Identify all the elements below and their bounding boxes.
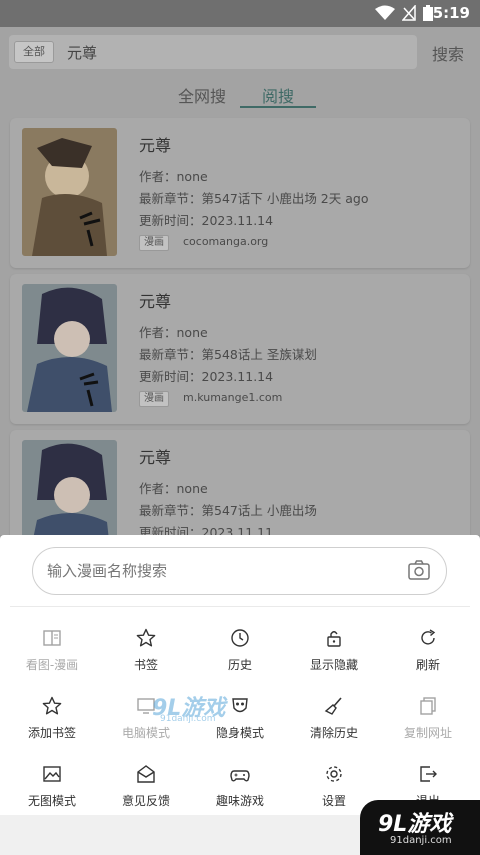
image-icon (43, 766, 61, 782)
comic-cover (22, 128, 117, 256)
comic-author: 作者：none (139, 481, 208, 496)
lock-icon (327, 631, 341, 647)
broom-icon (324, 697, 342, 715)
no-signal-icon (402, 5, 416, 21)
comic-updated: 更新时间：2023.11.11 (139, 525, 274, 535)
gear-icon (326, 766, 342, 782)
search-results-page: 全部 元尊 搜索 全网搜 阅搜 元尊 作者：none 最新章节：第547话下 小… (0, 27, 480, 535)
result-card[interactable]: 元尊 作者：none 最新章节：第548话上 圣族谋划 更新时间：2023.11… (10, 274, 470, 424)
clock-icon (231, 629, 249, 647)
comic-author: 作者：none (139, 169, 208, 184)
menu-add-bookmark[interactable]: 添加书签 (4, 696, 100, 756)
result-card[interactable]: 元尊 作者：none 最新章节：第547话下 小鹿出场 2天 ago 更新时间：… (10, 118, 470, 268)
bottom-sheet-menu: 看图-漫画 书签 历史 显示隐藏 刷新 添加书签 电脑模式 隐身模式 清除历史 … (0, 535, 480, 815)
search-bar[interactable]: 全部 元尊 (9, 35, 417, 69)
comic-title: 元尊 (139, 136, 172, 155)
star-outline-icon (42, 696, 62, 715)
comic-latest-chapter: 最新章节：第547话下 小鹿出场 2天 ago (139, 191, 369, 206)
comic-author: 作者：none (139, 325, 208, 340)
comic-search-input[interactable] (47, 558, 397, 584)
menu-history[interactable]: 历史 (192, 628, 288, 688)
tab-all-web[interactable]: 全网搜 (178, 83, 226, 107)
sheet-divider (10, 606, 470, 607)
tab-yuesou[interactable]: 阅搜 (262, 83, 294, 107)
camera-icon[interactable] (408, 560, 430, 580)
comic-title: 元尊 (139, 292, 172, 311)
feedback-icon (137, 765, 155, 783)
gamepad-icon (230, 770, 250, 782)
comic-search-box[interactable] (32, 547, 447, 595)
menu-clear-history[interactable]: 清除历史 (286, 696, 382, 756)
menu-bookmarks[interactable]: 书签 (98, 628, 194, 688)
wifi-icon (375, 5, 395, 20)
refresh-icon (421, 629, 436, 645)
type-tag: 漫画 (139, 235, 169, 251)
copy-link-icon (420, 697, 436, 715)
comic-updated: 更新时间：2023.11.14 (139, 213, 274, 228)
source-tabs: 全网搜 阅搜 (0, 79, 480, 109)
battery-icon (423, 5, 433, 21)
corner-watermark-logo: 9L游戏 91danji.com (360, 800, 480, 855)
clock: 5:19 (432, 4, 470, 22)
active-tab-indicator (240, 106, 316, 108)
watermark-logo: 9L游戏 91danji.com (152, 696, 226, 724)
comic-cover (22, 284, 117, 412)
source-domain: cocomanga.org (183, 235, 269, 248)
book-view-icon (43, 630, 61, 646)
search-query[interactable]: 元尊 (67, 42, 97, 63)
type-tag: 漫画 (139, 391, 169, 407)
menu-show-hidden[interactable]: 显示隐藏 (286, 628, 382, 688)
menu-view-comic[interactable]: 看图-漫画 (4, 628, 100, 688)
exit-icon (420, 766, 437, 782)
comic-latest-chapter: 最新章节：第548话上 圣族谋划 (139, 347, 317, 362)
comic-cover (22, 440, 117, 535)
search-button[interactable]: 搜索 (432, 41, 464, 65)
comic-title: 元尊 (139, 448, 172, 467)
result-card[interactable]: 元尊 作者：none 最新章节：第547话上 小鹿出场 更新时间：2023.11… (10, 430, 470, 535)
comic-updated: 更新时间：2023.11.14 (139, 369, 274, 384)
comic-latest-chapter: 最新章节：第547话上 小鹿出场 (139, 503, 317, 518)
menu-refresh[interactable]: 刷新 (380, 628, 476, 688)
status-bar: 5:19 (0, 0, 480, 27)
menu-copy-url[interactable]: 复制网址 (380, 696, 476, 756)
star-icon (136, 628, 156, 647)
scope-chip[interactable]: 全部 (14, 41, 54, 63)
source-domain: m.kumange1.com (183, 391, 283, 404)
